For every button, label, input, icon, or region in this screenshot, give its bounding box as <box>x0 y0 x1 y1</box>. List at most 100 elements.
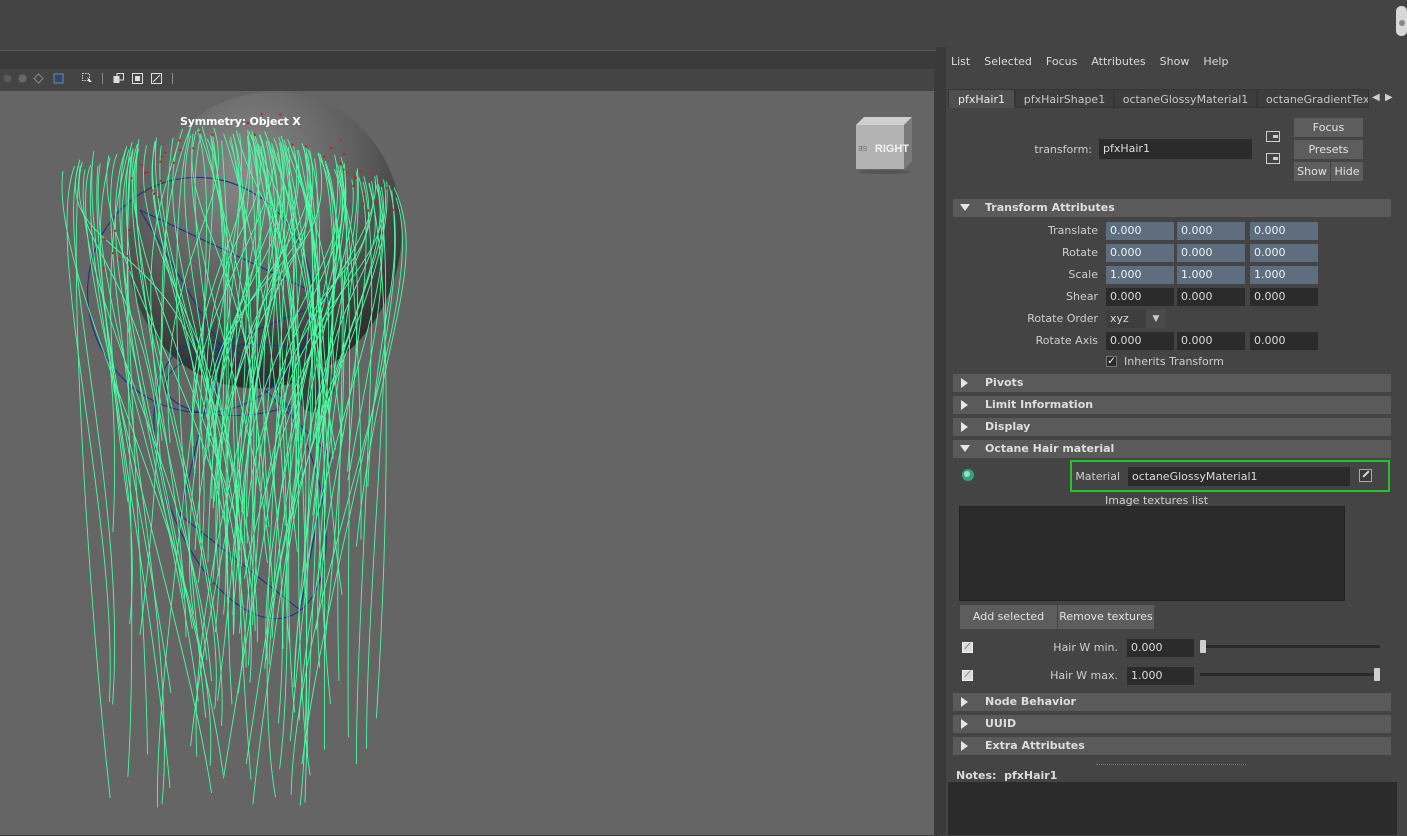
hair-root-dot <box>112 252 114 255</box>
expand-arrow-icon <box>961 741 968 751</box>
rotate-y-field[interactable]: 0.000 <box>1177 244 1245 262</box>
hide-button[interactable]: Hide <box>1331 162 1363 181</box>
hair-root-dot <box>386 187 389 190</box>
shear-x-field[interactable]: 0.000 <box>1106 288 1174 306</box>
tab-scroll-left-icon[interactable]: ◀ <box>1372 92 1380 103</box>
input-connection-icon[interactable] <box>1266 131 1280 142</box>
menu-focus[interactable]: Focus <box>1046 55 1077 68</box>
scale-label: Scale <box>1068 268 1098 281</box>
toolbar-separator-icon <box>102 73 103 84</box>
viewcube-side-label: ƎS <box>858 146 868 153</box>
section-transform-attributes[interactable]: Transform Attributes <box>953 199 1391 217</box>
rotate-axis-y-field[interactable]: 0.000 <box>1177 332 1245 350</box>
show-button[interactable]: Show <box>1294 162 1330 181</box>
tab-pfxhair1[interactable]: pfxHair1 <box>948 89 1015 108</box>
hair-w-min-slider-handle[interactable] <box>1200 640 1206 653</box>
frame-selected-icon[interactable] <box>151 73 162 84</box>
hair-w-max-slider-handle[interactable] <box>1374 668 1380 681</box>
splitter-handle[interactable] <box>1096 764 1246 765</box>
menu-attributes[interactable]: Attributes <box>1091 55 1145 68</box>
notes-textarea[interactable] <box>948 782 1397 835</box>
tab-octanegradienttext[interactable]: octaneGradientText <box>1257 89 1369 108</box>
hair-root-dot <box>136 263 139 266</box>
rotate-x-field[interactable]: 0.000 <box>1106 244 1174 262</box>
section-title: Transform Attributes <box>985 201 1115 214</box>
inherits-transform-checkbox[interactable]: ✓ <box>1106 356 1117 367</box>
notes-label: Notes: pfxHair1 <box>956 769 1057 782</box>
material-field[interactable]: octaneGlossyMaterial1 <box>1128 467 1350 486</box>
texture-toggle-icon[interactable] <box>53 73 64 84</box>
rotate-order-label: Rotate Order <box>1027 312 1098 325</box>
hair-root-dot <box>130 177 133 180</box>
hair-root-dot <box>144 190 147 193</box>
menu-help[interactable]: Help <box>1203 55 1228 68</box>
rotate-z-field[interactable]: 0.000 <box>1250 244 1318 262</box>
chevron-down-icon[interactable]: ▼ <box>1146 310 1166 328</box>
section-node-behavior[interactable]: Node Behavior <box>953 693 1391 711</box>
hair-root-dot <box>125 255 128 257</box>
viewcube[interactable]: RIGHT ƎS <box>850 115 915 175</box>
scale-z-field[interactable]: 1.000 <box>1250 266 1318 284</box>
two-panel-icon[interactable] <box>113 73 124 84</box>
wireframe-icon[interactable] <box>33 73 44 84</box>
image-textures-list[interactable] <box>959 506 1345 601</box>
shear-label: Shear <box>1066 290 1098 303</box>
hair-root-dot <box>388 199 391 202</box>
map-button-icon[interactable] <box>1359 469 1372 482</box>
hair-root-dot <box>159 160 162 163</box>
hair-root-dot <box>172 161 175 164</box>
top-bar <box>0 0 1407 47</box>
tab-octaneglossymaterial1[interactable]: octaneGlossyMaterial1 <box>1114 89 1257 108</box>
translate-z-field[interactable]: 0.000 <box>1250 222 1318 240</box>
focus-button[interactable]: Focus <box>1294 118 1363 137</box>
hair-w-min-map-icon[interactable]: ⟋ <box>962 642 973 653</box>
output-connection-icon[interactable] <box>1266 153 1280 164</box>
menu-selected[interactable]: Selected <box>984 55 1032 68</box>
translate-label: Translate <box>1048 224 1098 237</box>
shear-z-field[interactable]: 0.000 <box>1250 288 1318 306</box>
hair-w-min-slider[interactable] <box>1200 645 1380 648</box>
section-display[interactable]: Display <box>953 418 1391 436</box>
panel-divider[interactable] <box>936 47 946 835</box>
transform-label: transform: <box>1034 143 1092 156</box>
presets-button[interactable]: Presets <box>1294 140 1363 159</box>
shear-y-field[interactable]: 0.000 <box>1177 288 1245 306</box>
section-limit-information[interactable]: Limit Information <box>953 396 1391 414</box>
material-label: Material <box>1075 470 1120 483</box>
rotate-axis-z-field[interactable]: 0.000 <box>1250 332 1318 350</box>
menu-show[interactable]: Show <box>1160 55 1190 68</box>
notes-node-name: pfxHair1 <box>1004 769 1058 782</box>
hair-root-dot <box>198 131 201 134</box>
section-pivots[interactable]: Pivots <box>953 374 1391 392</box>
section-extra-attributes[interactable]: Extra Attributes <box>953 737 1391 755</box>
3d-viewport[interactable]: Symmetry: Object X RIGHT ƎS <box>0 91 934 835</box>
hair-w-max-map-icon[interactable]: ⟋ <box>962 670 973 681</box>
add-selected-button[interactable]: Add selected <box>960 605 1057 629</box>
expand-arrow-icon <box>961 719 968 729</box>
section-title: Limit Information <box>985 398 1094 411</box>
transform-name-field[interactable]: pfxHair1 <box>1099 139 1252 159</box>
hair-root-dot <box>151 189 154 192</box>
section-uuid[interactable]: UUID <box>953 715 1391 733</box>
tab-scroll-right-icon[interactable]: ▶ <box>1385 92 1393 103</box>
section-octane-hair-material[interactable]: Octane Hair material <box>953 440 1391 458</box>
hair-root-dot <box>343 153 346 156</box>
frame-all-icon[interactable] <box>132 73 143 84</box>
smooth-shade-icon[interactable] <box>17 73 28 84</box>
hair-w-max-field[interactable]: 1.000 <box>1127 667 1194 685</box>
select-camera-icon[interactable] <box>82 73 93 84</box>
hair-root-dot <box>102 267 105 270</box>
shading-sphere-icon[interactable] <box>2 73 13 84</box>
menu-list[interactable]: List <box>951 55 970 68</box>
remove-textures-button[interactable]: Remove textures <box>1058 605 1154 629</box>
translate-x-field[interactable]: 0.000 <box>1106 222 1174 240</box>
hair-strand <box>99 157 116 533</box>
hair-w-max-slider[interactable] <box>1200 673 1380 676</box>
hair-w-min-field[interactable]: 0.000 <box>1127 639 1194 657</box>
tab-pfxhairshape1[interactable]: pfxHairShape1 <box>1015 89 1114 108</box>
rotate-axis-x-field[interactable]: 0.000 <box>1106 332 1174 350</box>
scale-y-field[interactable]: 1.000 <box>1177 266 1245 284</box>
scale-x-field[interactable]: 1.000 <box>1106 266 1174 284</box>
translate-y-field[interactable]: 0.000 <box>1177 222 1245 240</box>
hair-root-dot <box>330 147 333 150</box>
